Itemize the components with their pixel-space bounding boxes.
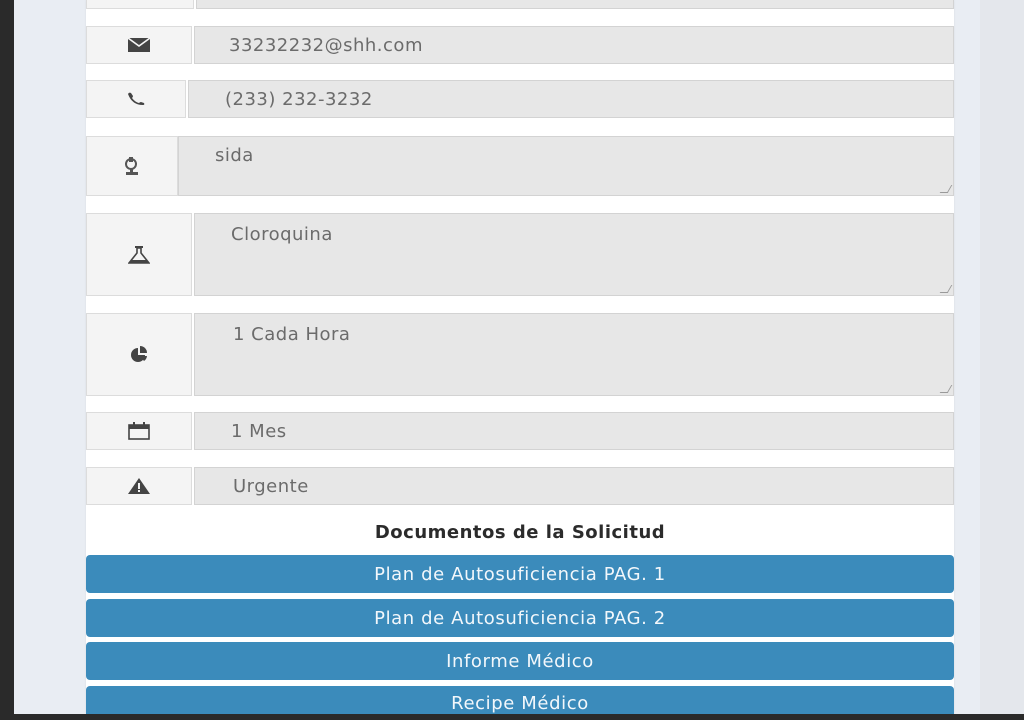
informe-medico-button[interactable]: Informe Médico bbox=[86, 642, 954, 680]
diagnosis-textarea[interactable]: sida bbox=[178, 136, 954, 196]
page-background-right bbox=[980, 0, 1024, 720]
form-row-duration: 1 Mes bbox=[86, 412, 954, 450]
partial-field[interactable] bbox=[196, 0, 954, 9]
input-addon bbox=[86, 0, 194, 9]
form-row-diagnosis: sida bbox=[86, 136, 954, 196]
form-row-priority: Urgente bbox=[86, 467, 954, 505]
window-edge-left bbox=[0, 0, 14, 720]
resize-handle[interactable] bbox=[939, 385, 953, 393]
resize-handle[interactable] bbox=[939, 185, 953, 193]
plan-autosuficiencia-pag2-button[interactable]: Plan de Autosuficiencia PAG. 2 bbox=[86, 599, 954, 637]
email-value: 33232232@shh.com bbox=[229, 34, 423, 56]
diagnosis-value: sida bbox=[215, 145, 254, 166]
form-row-email: 33232232@shh.com bbox=[86, 26, 954, 64]
phone-value: (233) 232-3232 bbox=[225, 88, 373, 110]
flask-icon bbox=[86, 213, 192, 296]
email-field[interactable]: 33232232@shh.com bbox=[194, 26, 954, 64]
phone-icon bbox=[86, 80, 186, 118]
dosage-value: 1 Cada Hora bbox=[233, 324, 351, 345]
priority-field[interactable]: Urgente bbox=[194, 467, 954, 505]
form-row-partial bbox=[86, 0, 954, 9]
microscope-icon bbox=[86, 136, 178, 196]
documents-section-title: Documentos de la Solicitud bbox=[374, 522, 666, 543]
priority-value: Urgente bbox=[233, 475, 309, 497]
phone-field[interactable]: (233) 232-3232 bbox=[188, 80, 954, 118]
form-row-dosage: 1 Cada Hora bbox=[86, 313, 954, 396]
calendar-icon bbox=[86, 412, 192, 450]
pie-chart-icon bbox=[86, 313, 192, 396]
dosage-textarea[interactable]: 1 Cada Hora bbox=[194, 313, 954, 396]
recipe-medico-button[interactable]: Recipe Médico bbox=[86, 686, 954, 714]
form-row-medication: Cloroquina bbox=[86, 213, 954, 296]
duration-value: 1 Mes bbox=[231, 420, 287, 442]
envelope-icon bbox=[86, 26, 192, 64]
medication-value: Cloroquina bbox=[231, 224, 333, 245]
duration-field[interactable]: 1 Mes bbox=[194, 412, 954, 450]
medication-textarea[interactable]: Cloroquina bbox=[194, 213, 954, 296]
request-form-panel: 33232232@shh.com (233) 232-3232 sida Clo… bbox=[86, 0, 954, 714]
window-edge-bottom bbox=[0, 714, 1024, 720]
form-row-phone: (233) 232-3232 bbox=[86, 80, 954, 118]
resize-handle[interactable] bbox=[939, 285, 953, 293]
warning-icon bbox=[86, 467, 192, 505]
plan-autosuficiencia-pag1-button[interactable]: Plan de Autosuficiencia PAG. 1 bbox=[86, 555, 954, 593]
